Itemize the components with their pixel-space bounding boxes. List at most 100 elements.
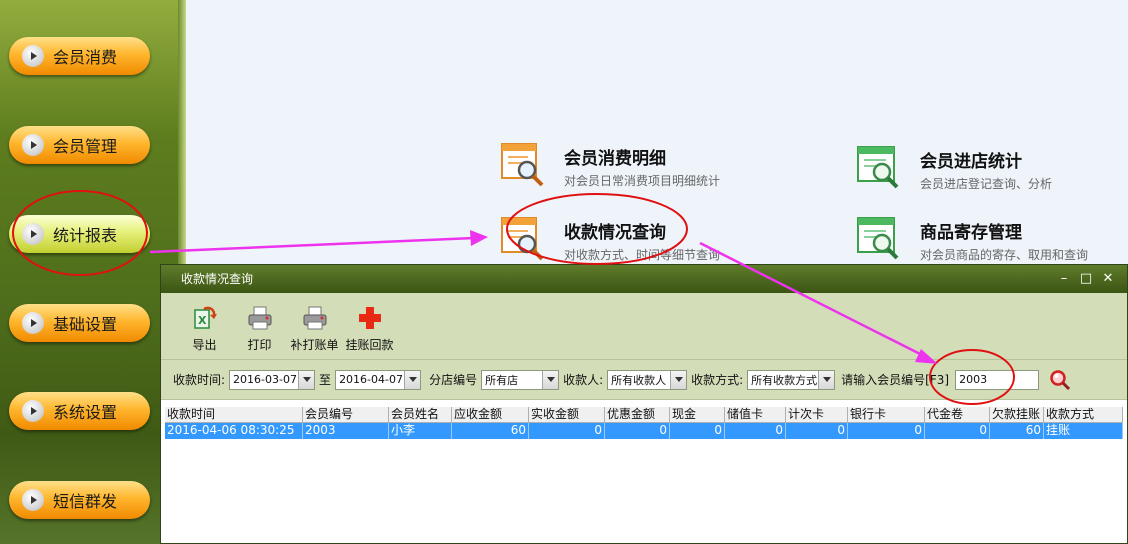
nav-sms-broadcast-button[interactable]: 短信群发 <box>9 481 150 519</box>
cell-discount: 0 <box>605 423 670 439</box>
cell-amount-due: 60 <box>452 423 529 439</box>
report-magnifier-icon <box>857 217 899 260</box>
filter-bar: 收款时间: 2016-03-07 至 2016-04-07 分店编号 所有店 收… <box>161 360 1127 400</box>
column-header[interactable]: 实收金额 <box>529 407 605 422</box>
chevron-down-icon[interactable] <box>542 370 559 389</box>
column-header[interactable]: 收款方式 <box>1044 407 1123 422</box>
cell-amount-paid: 0 <box>529 423 605 439</box>
column-header[interactable]: 银行卡 <box>848 407 925 422</box>
column-header[interactable]: 欠款挂账 <box>990 407 1044 422</box>
play-icon <box>22 134 44 156</box>
nav-basic-settings-button[interactable]: 基础设置 <box>9 304 150 342</box>
play-icon <box>22 223 44 245</box>
payment-query-window: 收款情况查询 – □ ✕ X 导出 打印 补打账单 挂账回款 收款时间: 201… <box>160 264 1128 544</box>
column-header[interactable]: 现金 <box>670 407 725 422</box>
report-title: 会员消费明细 <box>564 149 666 169</box>
toolbar-label: 打印 <box>247 338 272 352</box>
window-controls: – □ ✕ <box>1053 265 1119 293</box>
cashier-label: 收款人: <box>563 373 604 387</box>
arrowhead-icon <box>470 230 488 246</box>
branch-select[interactable]: 所有店 <box>481 369 560 390</box>
report-storage-management[interactable]: 商品寄存管理 对会员商品的寄存、取用和查询 <box>856 216 1116 268</box>
window-title: 收款情况查询 <box>181 272 254 286</box>
reprint-icon <box>303 306 326 330</box>
minimize-icon[interactable]: – <box>1053 265 1075 293</box>
nav-member-consumption-button[interactable]: 会员消费 <box>9 37 150 75</box>
report-magnifier-icon <box>857 146 899 189</box>
nav-label: 短信群发 <box>53 492 118 511</box>
nav-label: 系统设置 <box>53 403 118 422</box>
column-header[interactable]: 优惠金额 <box>605 407 670 422</box>
report-title: 会员进店统计 <box>920 152 1022 172</box>
cell-stored-value-card: 0 <box>725 423 786 439</box>
column-header[interactable]: 收款时间 <box>165 407 303 422</box>
cell-cash: 0 <box>670 423 725 439</box>
cell-voucher: 0 <box>925 423 990 439</box>
toolbar-label: 导出 <box>192 338 217 352</box>
repay-credit-button[interactable]: 挂账回款 <box>342 305 397 359</box>
report-payment-query[interactable]: 收款情况查询 对收款方式、时间等细节查询 <box>500 216 760 268</box>
payment-method-label: 收款方式: <box>691 373 744 387</box>
report-description: 对会员商品的寄存、取用和查询 <box>920 248 1089 262</box>
cell-payment-method: 挂账 <box>1044 423 1123 439</box>
cashier-select[interactable]: 所有收款人 <box>607 369 688 390</box>
left-nav <box>0 0 184 544</box>
play-icon <box>22 400 44 422</box>
toolbar-label: 挂账回款 <box>345 338 394 352</box>
report-description: 对收款方式、时间等细节查询 <box>564 248 721 262</box>
member-id-input[interactable]: 2003 <box>955 369 1040 390</box>
cell-member-name: 小李 <box>389 423 452 439</box>
member-id-label: 请输入会员编号[F3] <box>841 373 950 387</box>
chevron-down-icon[interactable] <box>404 370 421 389</box>
chevron-down-icon[interactable] <box>670 370 687 389</box>
payment-method-select[interactable]: 所有收款方式 <box>747 369 836 390</box>
add-cross-icon <box>358 307 381 329</box>
close-icon[interactable]: ✕ <box>1097 265 1119 293</box>
annotation-arrow <box>149 236 475 254</box>
play-icon <box>22 45 44 67</box>
report-description: 会员进店登记查询、分析 <box>920 177 1053 191</box>
chevron-down-icon[interactable] <box>818 370 835 389</box>
report-title: 收款情况查询 <box>564 223 666 243</box>
branch-label: 分店编号 <box>429 373 478 387</box>
report-magnifier-icon <box>501 217 544 261</box>
column-header[interactable]: 计次卡 <box>786 407 848 422</box>
column-header[interactable]: 储值卡 <box>725 407 786 422</box>
table-header: 收款时间 会员编号 会员姓名 应收金额 实收金额 优惠金额 现金 储值卡 计次卡… <box>165 407 1123 423</box>
reprint-bill-button[interactable]: 补打账单 <box>287 305 342 359</box>
branch-value: 所有店 <box>485 373 519 387</box>
svg-text:X: X <box>198 314 207 327</box>
cell-bank-card: 0 <box>848 423 925 439</box>
report-consumption-detail[interactable]: 会员消费明细 对会员日常消费项目明细统计 <box>500 142 760 194</box>
search-icon[interactable] <box>1049 369 1071 391</box>
cell-count-card: 0 <box>786 423 848 439</box>
maximize-icon[interactable]: □ <box>1075 265 1097 293</box>
date-from-value: 2016-03-07 <box>233 373 297 386</box>
date-from-picker[interactable]: 2016-03-07 <box>229 369 316 390</box>
nav-system-settings-button[interactable]: 系统设置 <box>9 392 150 430</box>
nav-label: 基础设置 <box>53 315 118 334</box>
nav-label: 会员管理 <box>53 137 118 156</box>
chevron-down-icon[interactable] <box>298 370 315 389</box>
window-titlebar[interactable]: 收款情况查询 – □ ✕ <box>161 265 1127 293</box>
export-button[interactable]: X 导出 <box>177 305 232 359</box>
column-header[interactable]: 代金卷 <box>925 407 990 422</box>
column-header[interactable]: 会员姓名 <box>389 407 452 422</box>
column-header[interactable]: 应收金额 <box>452 407 529 422</box>
payment-time-label: 收款时间: <box>173 373 226 387</box>
cashier-value: 所有收款人 <box>611 373 667 387</box>
column-header[interactable]: 会员编号 <box>303 407 389 422</box>
print-button[interactable]: 打印 <box>232 305 287 359</box>
payment-records-table: 收款时间 会员编号 会员姓名 应收金额 实收金额 优惠金额 现金 储值卡 计次卡… <box>165 407 1123 439</box>
table-row[interactable]: 2016-04-06 08:30:25 2003 小李 60 0 0 0 0 0… <box>165 423 1123 439</box>
nav-label: 统计报表 <box>53 226 118 245</box>
nav-statistics-reports-button[interactable]: 统计报表 <box>9 215 150 253</box>
report-store-visit[interactable]: 会员进店统计 会员进店登记查询、分析 <box>856 145 1116 197</box>
report-description: 对会员日常消费项目明细统计 <box>564 174 721 188</box>
printer-icon <box>248 306 271 330</box>
nav-member-management-button[interactable]: 会员管理 <box>9 126 150 164</box>
export-icon: X <box>193 306 217 329</box>
toolbar: X 导出 打印 补打账单 挂账回款 <box>161 293 1127 360</box>
toolbar-label: 补打账单 <box>290 338 339 352</box>
date-to-picker[interactable]: 2016-04-07 <box>335 369 422 390</box>
